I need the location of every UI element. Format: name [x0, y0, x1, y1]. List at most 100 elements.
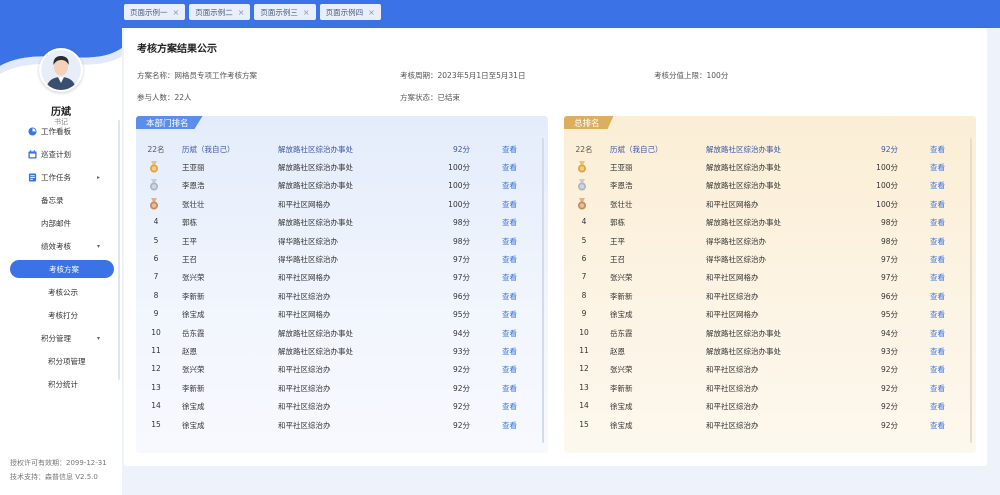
- organization: 和平社区网格办: [706, 199, 759, 209]
- organization: 和平社区综治办: [706, 383, 759, 393]
- organization: 解放路社区综治办事处: [278, 328, 353, 338]
- view-link[interactable]: 查看: [930, 272, 945, 283]
- person-name: 张壮壮: [182, 199, 205, 209]
- close-icon[interactable]: ×: [368, 8, 375, 17]
- view-link[interactable]: 查看: [930, 309, 945, 320]
- close-icon[interactable]: ×: [173, 8, 180, 17]
- board-title: 总排名: [564, 116, 614, 129]
- ranking-row: 11 赵恩 解放路社区综治办事处 93分 查看: [564, 342, 976, 360]
- view-link[interactable]: 查看: [502, 236, 517, 247]
- tab-page-3[interactable]: 页面示例三 ×: [254, 4, 316, 20]
- rank: 5: [581, 235, 587, 245]
- close-icon[interactable]: ×: [238, 8, 245, 17]
- view-link[interactable]: 查看: [502, 383, 517, 394]
- tab-page-4[interactable]: 页面示例四 ×: [319, 4, 381, 20]
- view-link[interactable]: 查看: [930, 383, 945, 394]
- score: 100分: [876, 163, 898, 172]
- view-link[interactable]: 查看: [502, 199, 517, 210]
- view-link[interactable]: 查看: [502, 401, 517, 412]
- chevron-down-icon: ▾: [96, 242, 100, 250]
- board-title: 本部门排名: [136, 116, 203, 129]
- view-link[interactable]: 查看: [502, 217, 517, 228]
- rank: 10: [151, 327, 161, 337]
- menu-item-dashboard[interactable]: 工作看板: [0, 122, 122, 140]
- rank: 14: [151, 401, 161, 411]
- rank: 14: [579, 401, 589, 411]
- organization: 解放路社区综治办事处: [706, 163, 781, 172]
- view-link[interactable]: 查看: [502, 291, 517, 302]
- view-link[interactable]: 查看: [930, 199, 945, 210]
- participant-count: 参与人数：22人: [137, 93, 192, 102]
- menu-label: 内部邮件: [41, 218, 71, 228]
- page-tabs: 页面示例一 × 页面示例二 × 页面示例三 × 页面示例四 ×: [124, 4, 381, 20]
- menu-item-assessment-scoring[interactable]: 考核打分: [0, 306, 122, 324]
- view-link[interactable]: 查看: [930, 217, 945, 228]
- view-link[interactable]: 查看: [502, 144, 517, 155]
- menu-item-inspection-plan[interactable]: 巡查计划: [0, 145, 122, 163]
- view-link[interactable]: 查看: [502, 162, 517, 173]
- view-link[interactable]: 查看: [930, 401, 945, 412]
- ranking-row: 10 岳东霞 解放路社区综治办事处 94分 查看: [136, 324, 548, 342]
- view-link[interactable]: 查看: [930, 236, 945, 247]
- list-scrollbar[interactable]: [970, 138, 972, 443]
- ranking-row: 王亚丽 解放路社区综治办事处 100分 查看: [564, 158, 976, 176]
- ranking-row: 9 徐宝成 和平社区网格办 95分 查看: [564, 305, 976, 323]
- organization: 得华路社区综治办: [706, 255, 766, 264]
- person-name: 徐宝成: [610, 402, 633, 412]
- view-link[interactable]: 查看: [930, 144, 945, 155]
- score: 95分: [880, 310, 898, 320]
- view-link[interactable]: 查看: [930, 346, 945, 357]
- score: 98分: [880, 236, 898, 246]
- menu-item-work-tasks[interactable]: 工作任务 ▸: [0, 168, 122, 186]
- sidebar-scrollbar[interactable]: [118, 120, 120, 380]
- ranking-row: 12 张兴荣 和平社区综治办 92分 查看: [564, 360, 976, 378]
- view-link[interactable]: 查看: [930, 254, 945, 265]
- close-icon[interactable]: ×: [303, 8, 310, 17]
- calendar-icon: [27, 149, 37, 159]
- organization: 解放路社区综治办事处: [278, 181, 353, 191]
- main-panel: 考核方案结果公示 方案名称：网格员专项工作考核方案 考核周期：2023年5月1日…: [124, 28, 987, 466]
- view-link[interactable]: 查看: [502, 180, 517, 191]
- view-link[interactable]: 查看: [502, 272, 517, 283]
- menu-item-points-stats[interactable]: 积分统计: [0, 375, 122, 393]
- menu-item-assessment-publicity[interactable]: 考核公示: [0, 283, 122, 301]
- view-link[interactable]: 查看: [502, 328, 517, 339]
- menu-item-assessment-plan[interactable]: 考核方案: [10, 260, 114, 278]
- person-name: 王亚丽: [610, 163, 633, 172]
- view-link[interactable]: 查看: [502, 420, 517, 431]
- tab-page-1[interactable]: 页面示例一 ×: [124, 4, 186, 20]
- ranking-row: 李恩浩 解放路社区综治办事处 100分 查看: [564, 176, 976, 194]
- tab-label: 页面示例二: [195, 7, 233, 17]
- organization: 解放路社区综治办事处: [706, 218, 781, 228]
- view-link[interactable]: 查看: [930, 328, 945, 339]
- silver-medal-icon: [150, 179, 158, 191]
- rank: 6: [581, 254, 587, 263]
- view-link[interactable]: 查看: [930, 420, 945, 431]
- menu-item-internal-mail[interactable]: 内部邮件: [0, 214, 122, 232]
- view-link[interactable]: 查看: [502, 346, 517, 357]
- view-link[interactable]: 查看: [930, 291, 945, 302]
- view-link[interactable]: 查看: [930, 180, 945, 191]
- task-icon: [27, 172, 37, 182]
- person-name: 张壮壮: [610, 199, 633, 209]
- score: 96分: [880, 291, 898, 301]
- rank: 22名: [147, 145, 165, 154]
- person-name: 李新新: [610, 291, 633, 301]
- view-link[interactable]: 查看: [502, 309, 517, 320]
- menu-item-points-items[interactable]: 积分项管理: [0, 352, 122, 370]
- score: 97分: [880, 273, 898, 283]
- view-link[interactable]: 查看: [930, 162, 945, 173]
- menu-item-memo[interactable]: 备忘录: [0, 191, 122, 209]
- user-avatar-icon: [41, 50, 81, 90]
- menu-item-points-management[interactable]: 积分管理 ▾: [0, 329, 122, 347]
- view-link[interactable]: 查看: [930, 364, 945, 375]
- view-link[interactable]: 查看: [502, 254, 517, 265]
- organization: 和平社区综治办: [706, 402, 759, 412]
- person-name: 李恩浩: [610, 181, 633, 191]
- score: 98分: [452, 236, 470, 246]
- view-link[interactable]: 查看: [502, 364, 517, 375]
- avatar[interactable]: [39, 48, 83, 92]
- tab-page-2[interactable]: 页面示例二 ×: [189, 4, 251, 20]
- menu-item-performance[interactable]: 绩效考核 ▾: [0, 237, 122, 255]
- list-scrollbar[interactable]: [542, 138, 544, 443]
